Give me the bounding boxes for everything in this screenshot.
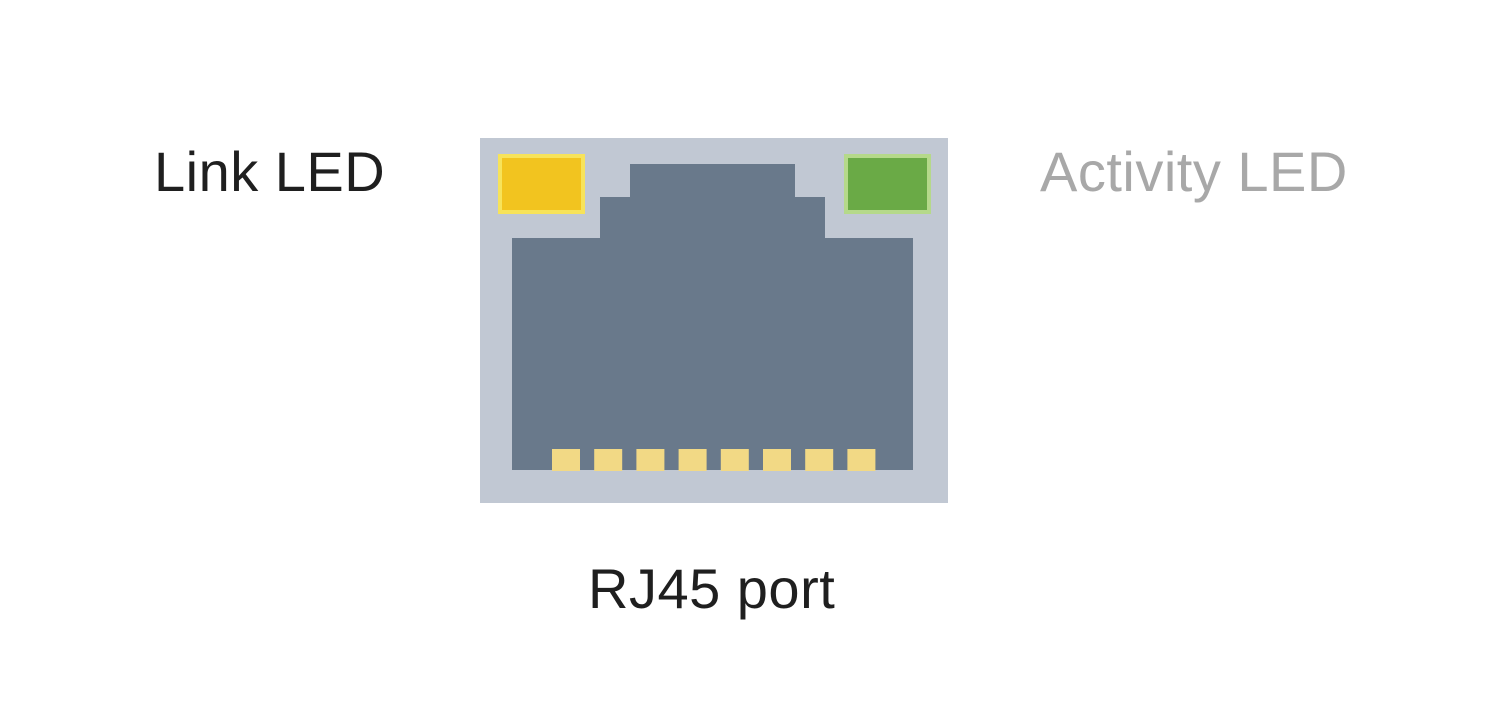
contact-pin [805,449,834,471]
contact-pin [678,449,707,471]
activity-led [844,154,931,214]
contact-pin [552,449,580,471]
link-led [498,154,585,214]
port-label: RJ45 port [588,557,836,620]
contact-pin [636,449,665,471]
contact-pin [763,449,791,471]
contact-pin [847,449,876,471]
contact-pin [720,449,749,471]
contact-pin [594,449,623,471]
